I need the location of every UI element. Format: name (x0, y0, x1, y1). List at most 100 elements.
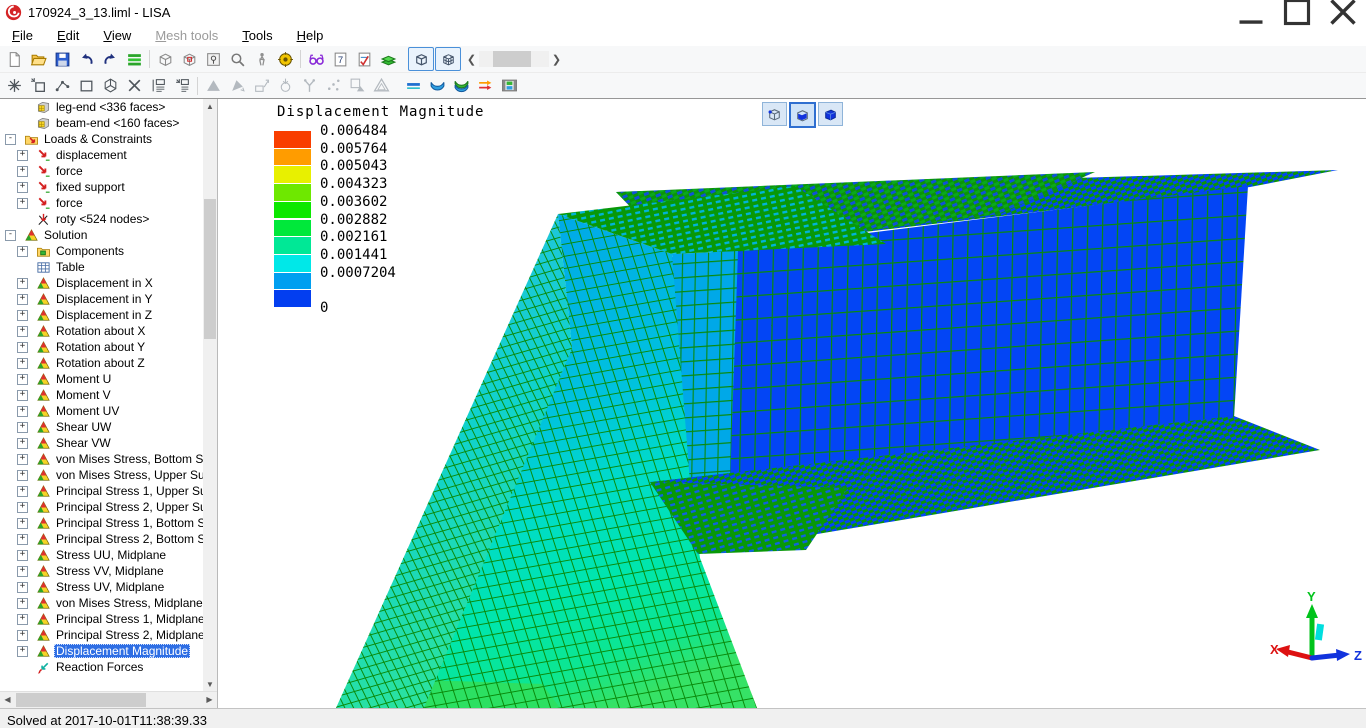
tree-expand-toggle[interactable]: + (17, 166, 28, 177)
quad-element-icon[interactable] (74, 75, 98, 97)
new-document-icon[interactable] (2, 48, 26, 70)
element-cube-icon[interactable] (177, 48, 201, 70)
tree-item[interactable]: roty <524 nodes> (0, 211, 203, 227)
scroll-thumb[interactable] (16, 693, 146, 707)
new-element-icon[interactable] (26, 75, 50, 97)
tree-item[interactable]: +Displacement in Y (0, 291, 203, 307)
shell-layers-icon[interactable] (376, 48, 400, 70)
tree-item[interactable]: Table (0, 259, 203, 275)
compass-icon[interactable] (273, 48, 297, 70)
view-options-icon[interactable] (122, 48, 146, 70)
tree-expand-toggle[interactable]: + (17, 630, 28, 641)
scroll-up-icon[interactable]: ▲ (203, 99, 217, 114)
tree-item[interactable]: +von Mises Stress, Bottom Sur (0, 451, 203, 467)
node-asterisk-icon[interactable] (2, 75, 26, 97)
shell-thickness-blue-icon[interactable] (425, 75, 449, 97)
revolve-icon[interactable] (273, 75, 297, 97)
tree-expand-toggle[interactable]: - (5, 134, 16, 145)
solid-view-toggle-icon[interactable] (408, 47, 434, 71)
tree-expand-toggle[interactable]: + (17, 486, 28, 497)
tree-expand-toggle[interactable]: + (17, 454, 28, 465)
tree-expand-toggle[interactable]: + (17, 198, 28, 209)
tree-horizontal-scrollbar[interactable]: ◀ ▶ (0, 691, 217, 708)
hidden-line-view-button[interactable] (789, 102, 816, 128)
tree-expand-toggle[interactable]: + (17, 310, 28, 321)
tree-expand-toggle[interactable]: + (17, 326, 28, 337)
tree-expand-toggle[interactable]: - (5, 230, 16, 241)
toolbar-scroll-track[interactable] (479, 51, 549, 67)
tree-vertical-scrollbar[interactable]: ▲ ▼ (203, 99, 217, 692)
tree-item[interactable]: beam-end <160 faces> (0, 115, 203, 131)
tree-item[interactable]: +Components (0, 243, 203, 259)
toolbar-scroll-right-icon[interactable]: ❯ (549, 50, 564, 68)
minimize-button[interactable] (1228, 0, 1274, 24)
renumber-nodes-icon[interactable] (146, 75, 170, 97)
tree-expand-toggle[interactable]: + (17, 422, 28, 433)
scroll-down-icon[interactable]: ▼ (203, 677, 217, 692)
node-box-icon[interactable] (201, 48, 225, 70)
extrude-icon[interactable] (249, 75, 273, 97)
tree-item[interactable]: -Loads & Constraints (0, 131, 203, 147)
tree-expand-toggle[interactable]: + (17, 550, 28, 561)
tree-item[interactable]: +Principal Stress 2, Bottom Sur (0, 531, 203, 547)
maximize-button[interactable] (1274, 0, 1320, 24)
mesh-view-toggle-icon[interactable] (435, 47, 461, 71)
tree-expand-toggle[interactable]: + (17, 614, 28, 625)
tree-item[interactable]: +Principal Stress 2, Midplane (0, 627, 203, 643)
node-polyline-icon[interactable] (50, 75, 74, 97)
scatter-nodes-icon[interactable] (321, 75, 345, 97)
close-button[interactable] (1320, 0, 1366, 24)
tree-item[interactable]: +Moment V (0, 387, 203, 403)
tree-expand-toggle[interactable]: + (17, 598, 28, 609)
tree-expand-toggle[interactable]: + (17, 294, 28, 305)
tree-item[interactable]: +Principal Stress 2, Upper Surf (0, 499, 203, 515)
tree-item[interactable]: +fixed support (0, 179, 203, 195)
tree-expand-toggle[interactable]: + (17, 342, 28, 353)
scroll-thumb[interactable] (204, 199, 216, 339)
refine-triangle-icon[interactable] (201, 75, 225, 97)
tree-item[interactable]: +Displacement in X (0, 275, 203, 291)
tree-item[interactable]: +Rotation about Y (0, 339, 203, 355)
solve-check-icon[interactable] (352, 48, 376, 70)
renumber-elements-icon[interactable] (170, 75, 194, 97)
tree-expand-toggle[interactable]: + (17, 438, 28, 449)
tree-item[interactable]: +Principal Stress 1, Bottom Sur (0, 515, 203, 531)
polyhedron-icon[interactable] (98, 75, 122, 97)
tree-item[interactable]: +force (0, 163, 203, 179)
tree-item[interactable]: +force (0, 195, 203, 211)
tree-item[interactable]: +von Mises Stress, Upper Surf (0, 467, 203, 483)
tree-expand-toggle[interactable]: + (17, 582, 28, 593)
redo-icon[interactable] (98, 48, 122, 70)
tree-item[interactable]: +Shear VW (0, 435, 203, 451)
tree-expand-toggle[interactable]: + (17, 374, 28, 385)
zoom-icon[interactable] (225, 48, 249, 70)
delete-element-icon[interactable] (122, 75, 146, 97)
tree-item[interactable]: +von Mises Stress, Midplane (0, 595, 203, 611)
tree-expand-toggle[interactable]: + (17, 406, 28, 417)
scroll-right-icon[interactable]: ▶ (202, 692, 217, 708)
tree-expand-toggle[interactable]: + (17, 150, 28, 161)
tree-expand-toggle[interactable]: + (17, 502, 28, 513)
tree-item[interactable]: +Stress UV, Midplane (0, 579, 203, 595)
tree-item[interactable]: +displacement (0, 147, 203, 163)
menu-help[interactable]: Help (285, 26, 336, 45)
toolbar-scroll-thumb[interactable] (493, 51, 531, 67)
tree-item[interactable]: leg-end <336 faces> (0, 99, 203, 115)
tree-expand-toggle[interactable]: + (17, 518, 28, 529)
tree-item[interactable]: +Moment U (0, 371, 203, 387)
menu-mesh-tools[interactable]: Mesh tools (143, 26, 230, 45)
node-view-button[interactable] (762, 102, 787, 126)
tree-item[interactable]: Reaction Forces (0, 659, 203, 675)
tree-item[interactable]: +Moment UV (0, 403, 203, 419)
tree-expand-toggle[interactable]: + (17, 278, 28, 289)
scroll-left-icon[interactable]: ◀ (0, 692, 15, 708)
solid-view-button[interactable] (818, 102, 843, 126)
tree-item[interactable]: +Displacement in Z (0, 307, 203, 323)
toolbar-scrollbar[interactable]: ❮❯ (464, 50, 564, 68)
split-branch-icon[interactable] (297, 75, 321, 97)
tree-item[interactable]: +Stress UU, Midplane (0, 547, 203, 563)
menu-file[interactable]: File (0, 26, 45, 45)
wireframe-cube-icon[interactable] (153, 48, 177, 70)
tree-expand-toggle[interactable]: + (17, 566, 28, 577)
tree-item[interactable]: +Principal Stress 1, Midplane (0, 611, 203, 627)
